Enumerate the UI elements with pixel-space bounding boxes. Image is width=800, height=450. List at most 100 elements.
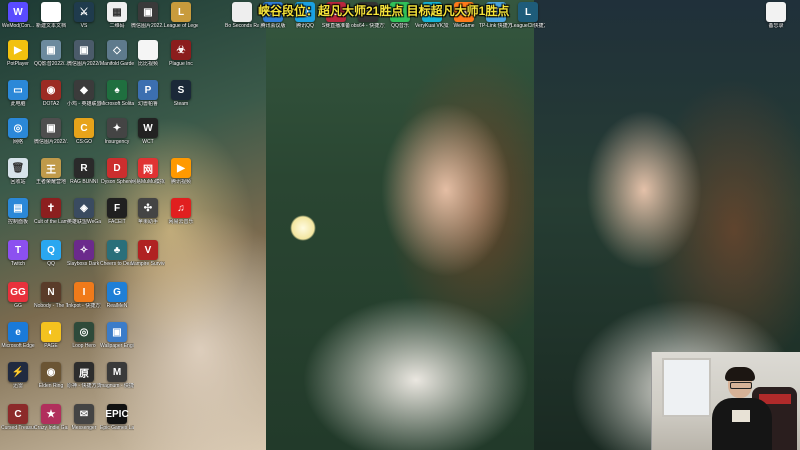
app-icon[interactable]: e: [8, 322, 28, 342]
desktop-icon[interactable]: IInkpot - 快捷方式: [67, 282, 101, 309]
desktop-icon[interactable]: 🗑 回收站: [1, 158, 35, 185]
desktop-icon[interactable]: Q QQ: [34, 240, 68, 267]
app-icon[interactable]: ♫: [171, 198, 191, 218]
app-icon[interactable]: ◎: [74, 322, 94, 342]
desktop-icon[interactable]: Mmagnum - 快捷方式: [100, 362, 134, 389]
app-icon[interactable]: ▣: [138, 2, 158, 22]
app-icon[interactable]: ✝: [41, 198, 61, 218]
desktop-icon[interactable]: ◈英雄联盟WeGame版: [67, 198, 101, 225]
desktop-icon[interactable]: ⚔ VS: [67, 2, 101, 29]
desktop-icon[interactable]: LLeagueCli快捷方式: [511, 2, 545, 29]
desktop-icon[interactable]: 比比视频: [131, 40, 165, 67]
app-icon[interactable]: C: [8, 404, 28, 424]
desktop-icon[interactable]: 备忘录: [759, 2, 793, 29]
app-icon[interactable]: L: [171, 2, 191, 22]
app-icon[interactable]: ☣: [171, 40, 191, 60]
desktop-icon[interactable]: ▤ 控制面板: [1, 198, 35, 225]
desktop-icon[interactable]: ▦ 二维码: [100, 2, 134, 29]
desktop-icon[interactable]: ⚡ 迅雷: [1, 362, 35, 389]
app-icon[interactable]: L: [518, 2, 538, 22]
desktop-icon[interactable]: R RAG BUNNI: [67, 158, 101, 185]
desktop-icon[interactable]: ♣Cheers to Dead Celebs: [100, 240, 134, 267]
app-icon[interactable]: ▣: [41, 40, 61, 60]
desktop-icon[interactable]: VVampire Survivors: [131, 240, 165, 267]
desktop-icon[interactable]: ▣ 微信图片2022/...: [67, 40, 101, 67]
app-icon[interactable]: F: [107, 198, 127, 218]
app-icon[interactable]: ◎: [8, 118, 28, 138]
desktop-icon[interactable]: Bo Seconds Randomized: [225, 2, 259, 29]
app-icon[interactable]: EPIC: [105, 404, 129, 424]
desktop-icon[interactable]: 原原神 - 快捷方式: [67, 362, 101, 389]
app-icon[interactable]: [766, 2, 786, 22]
app-icon[interactable]: R: [74, 158, 94, 178]
app-icon[interactable]: ✣: [138, 198, 158, 218]
desktop-icon[interactable]: ♫ 网易云音乐: [164, 198, 198, 225]
app-icon[interactable]: W: [8, 2, 28, 22]
desktop-icon[interactable]: D Dyson Sphere: [100, 158, 134, 185]
desktop-icon[interactable]: F FACEIT: [100, 198, 134, 225]
desktop-icon[interactable]: ✝ Cult of the Lamb: [34, 198, 68, 225]
app-icon[interactable]: G: [107, 282, 127, 302]
desktop-icon[interactable]: ✉ Messenger: [67, 404, 101, 431]
desktop-icon[interactable]: T Twitch: [1, 240, 35, 267]
app-icon[interactable]: ⚔: [74, 2, 94, 22]
app-icon[interactable]: W: [138, 118, 158, 138]
app-icon[interactable]: ♠: [107, 80, 127, 100]
app-icon[interactable]: D: [107, 158, 127, 178]
desktop-icon[interactable]: C CS:GO: [67, 118, 101, 145]
app-icon[interactable]: ▤: [8, 198, 28, 218]
desktop-icon[interactable]: S Steam: [164, 80, 198, 107]
desktop-icon[interactable]: ♠Microsoft Solitaire: [100, 80, 134, 107]
desktop-icon[interactable]: P 幻兽帕鲁: [131, 80, 165, 107]
app-icon[interactable]: ▦: [107, 2, 127, 22]
desktop[interactable]: W WeMod(Con... 新建文本文档 ⚔ VS ▦ 二维码 ▣ 微信图片2022... L L…: [0, 0, 800, 450]
desktop-icon[interactable]: G RealMeN: [100, 282, 134, 309]
desktop-icon[interactable]: 新建文本文档: [34, 2, 68, 29]
app-icon[interactable]: [232, 2, 252, 22]
desktop-icon[interactable]: C Cursed Treasure: [1, 404, 35, 431]
desktop-icon[interactable]: ★Crazy Indie Game: [34, 404, 68, 431]
app-icon[interactable]: 原: [74, 362, 94, 382]
app-icon[interactable]: N: [41, 282, 61, 302]
desktop-icon[interactable]: ◉ DOTA2: [34, 80, 68, 107]
app-icon[interactable]: ★: [41, 404, 61, 424]
desktop-icon[interactable]: NNobody - The Turnaround: [34, 282, 68, 309]
app-icon[interactable]: ▶: [171, 158, 191, 178]
desktop-icon[interactable]: ▣Wallpaper Engine: [100, 322, 134, 349]
app-icon[interactable]: V: [138, 240, 158, 260]
app-icon[interactable]: ▭: [8, 80, 28, 100]
app-icon[interactable]: [41, 2, 61, 22]
app-icon[interactable]: Q: [41, 240, 61, 260]
desktop-icon[interactable]: ▣ 微信图片2022...: [131, 2, 165, 29]
app-icon[interactable]: ✉: [74, 404, 94, 424]
desktop-icon[interactable]: LLeague of Legends: [164, 2, 198, 29]
app-icon[interactable]: P: [138, 80, 158, 100]
app-icon[interactable]: ◐: [41, 322, 61, 342]
desktop-icon[interactable]: EPICEpic Games Launcher: [100, 404, 134, 431]
desktop-icon[interactable]: ◇ Manifold Garden: [100, 40, 134, 67]
desktop-icon[interactable]: ◉ Elden Ring: [34, 362, 68, 389]
app-icon[interactable]: ♣: [107, 240, 127, 260]
desktop-icon[interactable]: 网网易MuMu模拟器: [131, 158, 165, 185]
app-icon[interactable]: T: [8, 240, 28, 260]
app-icon[interactable]: M: [107, 362, 127, 382]
app-icon[interactable]: ▣: [74, 40, 94, 60]
desktop-icon[interactable]: ▣ 微信图片2022/...: [34, 118, 68, 145]
desktop-icon[interactable]: W WCT: [131, 118, 165, 145]
desktop-icon[interactable]: ✦ Insurgency: [100, 118, 134, 145]
desktop-icon[interactable]: W WeMod(Con...: [1, 2, 35, 29]
app-icon[interactable]: ▶: [8, 40, 28, 60]
desktop-icon[interactable]: ▶ PotPlayer: [1, 40, 35, 67]
app-icon[interactable]: [138, 40, 158, 60]
desktop-icon[interactable]: ▶ 腾讯视频: [164, 158, 198, 185]
app-icon[interactable]: ▣: [41, 118, 61, 138]
desktop-icon[interactable]: ◆小鸡 - 英雄联盟Skin Tool: [67, 80, 101, 107]
desktop-icon[interactable]: ▭ 此电脑: [1, 80, 35, 107]
app-icon[interactable]: 王: [41, 158, 61, 178]
app-icon[interactable]: I: [74, 282, 94, 302]
app-icon[interactable]: ⚡: [8, 362, 28, 382]
desktop-icon[interactable]: e Microsoft Edge: [1, 322, 35, 349]
app-icon[interactable]: ◉: [41, 362, 61, 382]
app-icon[interactable]: ▣: [107, 322, 127, 342]
desktop-icon[interactable]: ◐ PAGE: [34, 322, 68, 349]
